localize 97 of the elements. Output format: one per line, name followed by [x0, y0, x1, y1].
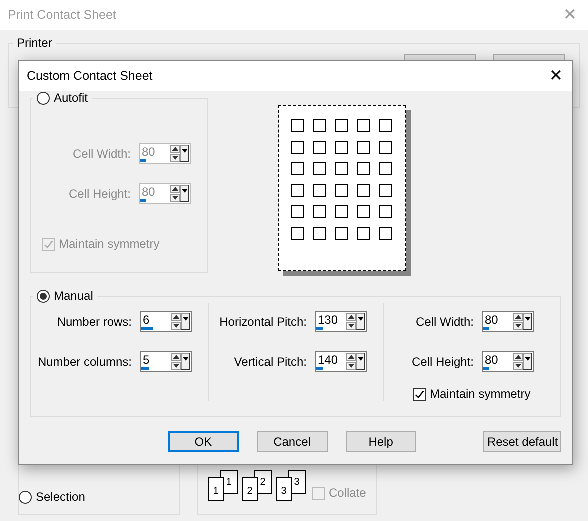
down-arrow-button[interactable] [346, 362, 356, 370]
cell-placeholder [335, 205, 348, 218]
up-arrow-button[interactable] [171, 353, 182, 361]
field-value: 80 [142, 145, 156, 159]
cell-placeholder [313, 140, 326, 154]
checkbox-label[interactable]: Maintain symmetry [430, 387, 531, 401]
cell-placeholder [291, 162, 304, 175]
down-arrow-button[interactable] [513, 322, 524, 330]
cell-placeholder [379, 119, 392, 132]
window-title: Print Contact Sheet [8, 8, 116, 22]
cell-placeholder [291, 226, 304, 240]
close-button[interactable]: ✕ [546, 66, 566, 86]
cell-placeholder [379, 226, 392, 240]
number-field[interactable]: 5 [140, 351, 192, 372]
dropdown-button[interactable] [523, 353, 532, 370]
dropdown-button[interactable] [181, 313, 190, 330]
cell-placeholder [335, 140, 348, 154]
dropdown-button[interactable] [356, 313, 365, 330]
dialog-button[interactable]: Reset default [483, 431, 561, 452]
up-arrow-button[interactable] [346, 313, 356, 321]
field-label: Cell Height: [68, 186, 131, 200]
number-field[interactable]: 6 [140, 311, 192, 332]
cell-placeholder [291, 140, 304, 154]
field-label: Horizontal Pitch: [220, 314, 307, 328]
cell-placeholder [357, 162, 370, 175]
dialog-button[interactable]: OK [168, 431, 239, 452]
page-card: 1 [208, 477, 224, 501]
caret-icon [524, 317, 531, 321]
cell-placeholder [379, 162, 392, 175]
field-label: Cell Height: [412, 354, 474, 368]
cell-placeholder [313, 119, 326, 132]
field-label: Cell Width: [416, 314, 474, 328]
cell-placeholder [291, 205, 304, 218]
cell-placeholder [291, 184, 304, 196]
radio-label[interactable]: Selection [36, 490, 86, 504]
dropdown-button[interactable] [356, 353, 365, 370]
caret-icon [524, 357, 531, 361]
field-value: 140 [318, 353, 340, 367]
up-arrow-button[interactable] [171, 313, 182, 321]
number-field[interactable]: 80 [482, 311, 534, 332]
radio-label[interactable]: Manual [54, 289, 94, 303]
number-field[interactable]: 80 [482, 351, 534, 372]
radio-button[interactable] [37, 92, 50, 104]
cell-placeholder [379, 205, 392, 218]
caret-icon [182, 357, 189, 361]
cell-placeholder [313, 226, 326, 240]
number-field[interactable]: 130 [315, 311, 367, 332]
field-value: 80 [485, 353, 500, 367]
radio-button[interactable] [37, 290, 50, 302]
cell-placeholder [379, 184, 392, 196]
down-arrow-button[interactable] [171, 322, 182, 330]
dialog-button[interactable]: Help [346, 431, 416, 452]
field-value: 6 [143, 313, 151, 327]
field-value: 80 [142, 185, 156, 199]
cell-placeholder [357, 205, 370, 218]
checkbox[interactable] [413, 388, 426, 400]
caret-icon [182, 317, 189, 321]
page-card: 2 [242, 477, 258, 501]
cell-placeholder [357, 184, 370, 196]
caret-icon [358, 317, 364, 321]
dialog-title: Custom Contact Sheet [27, 69, 153, 83]
cell-placeholder [357, 119, 370, 132]
cell-placeholder [379, 140, 392, 154]
caret-icon [182, 189, 188, 193]
up-arrow-button[interactable] [346, 353, 356, 361]
cell-placeholder [335, 226, 348, 240]
field-label: Number columns: [38, 354, 132, 368]
field-value: 130 [318, 313, 340, 327]
dropdown-button[interactable] [523, 313, 532, 330]
number-field[interactable]: 140 [315, 351, 367, 372]
down-arrow-button[interactable] [346, 322, 356, 330]
group-label: Printer [16, 36, 54, 50]
cell-placeholder [357, 140, 370, 154]
cell-placeholder [357, 226, 370, 240]
up-arrow-button[interactable] [513, 313, 524, 321]
down-arrow-button[interactable] [513, 362, 524, 370]
page-card: 3 [276, 477, 292, 501]
cell-placeholder [291, 119, 304, 132]
up-arrow-button[interactable] [513, 353, 524, 361]
dropdown-button[interactable] [181, 353, 190, 370]
radio-label[interactable]: Autofit [54, 91, 88, 105]
field-label: Cell Width: [72, 146, 131, 160]
caret-icon [182, 149, 188, 153]
cell-placeholder [335, 162, 348, 175]
cell-placeholder [313, 162, 326, 175]
field-label: Vertical Pitch: [234, 354, 307, 368]
cell-placeholder [313, 184, 326, 196]
dialog-button[interactable]: Cancel [256, 431, 328, 452]
cell-placeholder [313, 205, 326, 218]
field-label: Number rows: [57, 314, 132, 328]
field-value: 5 [143, 353, 151, 367]
cell-placeholder [335, 184, 348, 196]
cell-placeholder [335, 119, 348, 132]
down-arrow-button[interactable] [171, 362, 182, 370]
radio-button[interactable] [19, 490, 32, 504]
caret-icon [358, 357, 364, 361]
field-value: 80 [485, 313, 500, 327]
